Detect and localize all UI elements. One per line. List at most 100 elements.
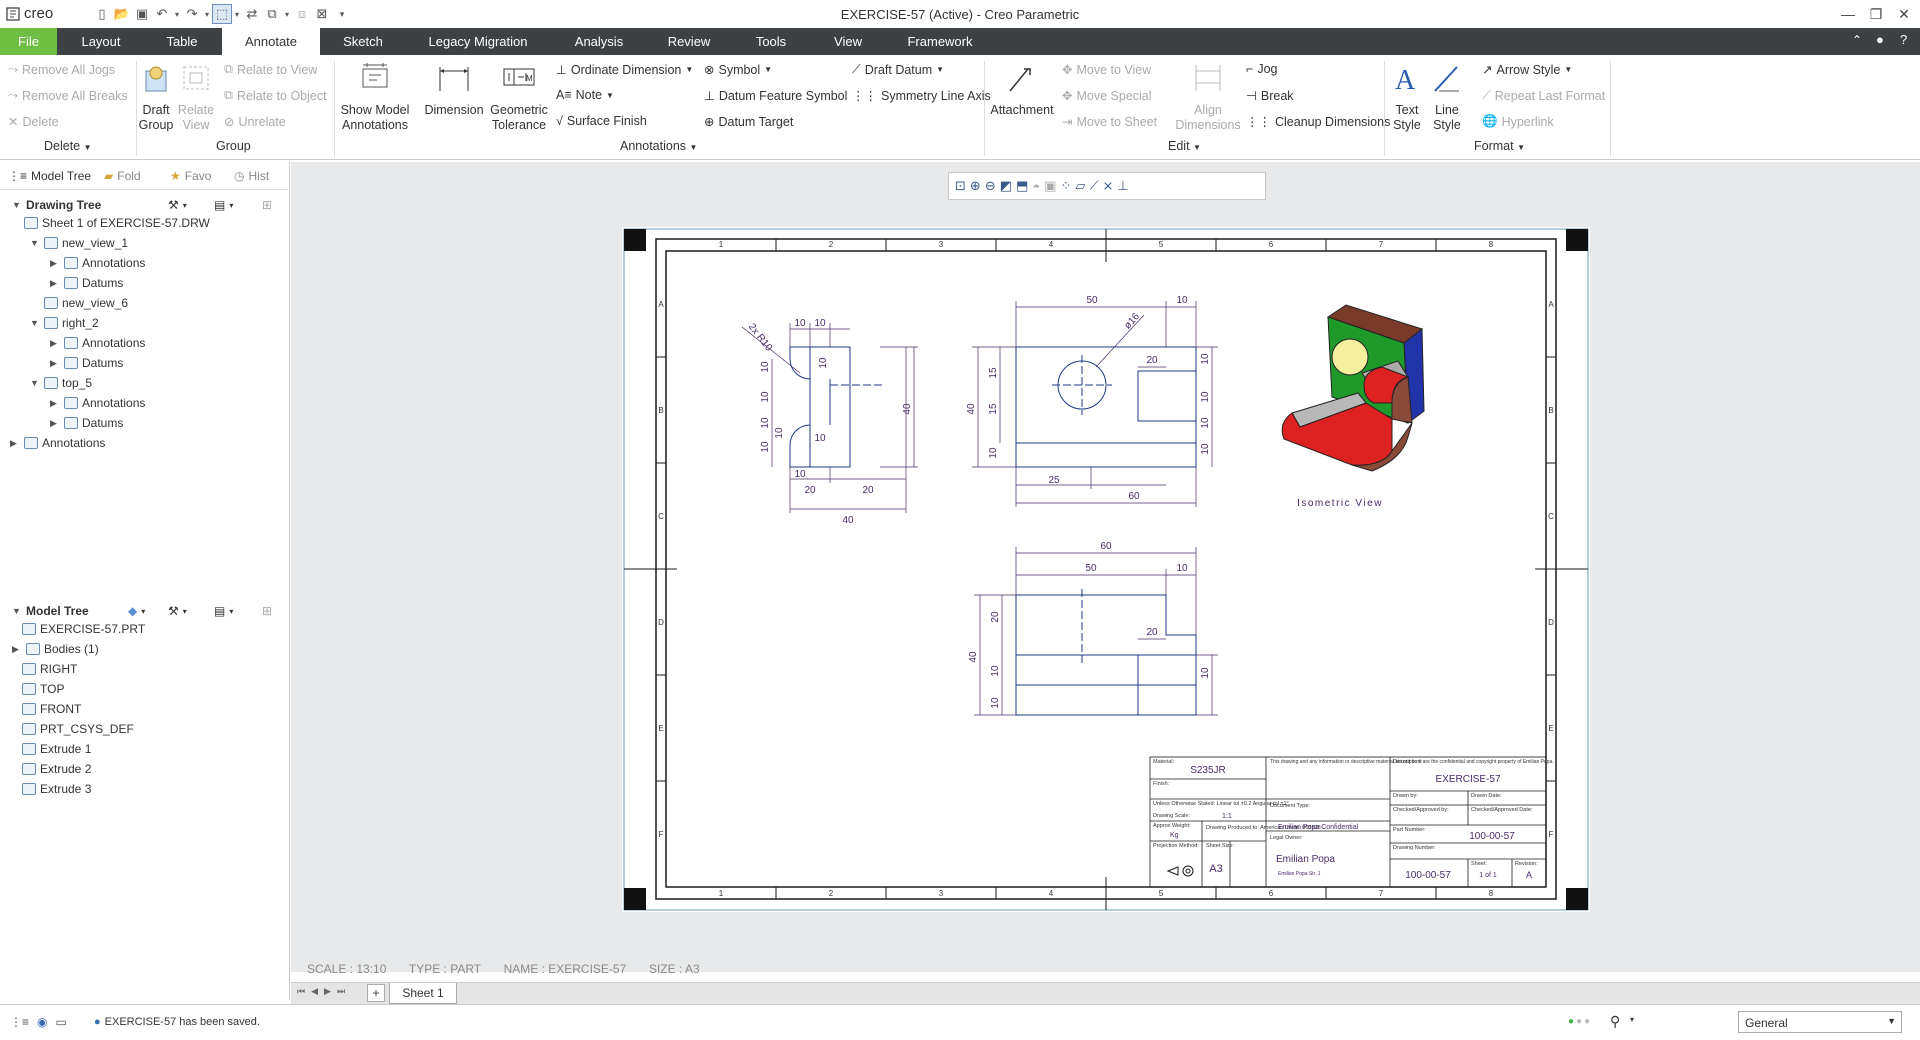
close-icon[interactable]: ✕ bbox=[1890, 2, 1918, 26]
tab-file[interactable]: File bbox=[0, 28, 57, 55]
model-tree-item[interactable]: Extrude 3 bbox=[22, 782, 91, 796]
drawing-tree-header[interactable]: ▼ Drawing Tree bbox=[12, 198, 101, 212]
chevron-down-icon[interactable]: ▼ bbox=[30, 318, 40, 328]
minimize-icon[interactable]: — bbox=[1834, 2, 1862, 26]
remove-all-breaks-button[interactable]: ⤳ Remove All Breaks bbox=[8, 88, 128, 103]
model-tree-item[interactable]: Extrude 1 bbox=[22, 742, 91, 756]
drawing-sheet[interactable]: 1 1 2 2 3 3 4 4 5 5 6 6 7 7 8 8 A A B B C C D D E E F F 10 10 10 10… bbox=[622, 227, 1590, 912]
collapse-ribbon-icon[interactable]: ⌃ bbox=[1852, 33, 1862, 47]
view-manager-icon[interactable]: ▣ bbox=[1044, 178, 1056, 194]
drawing-tree-item[interactable]: ▶ Datums bbox=[50, 356, 123, 370]
display-style-icon[interactable]: ◓ bbox=[1032, 179, 1040, 194]
drawing-tree-item[interactable]: ▶ Datums bbox=[50, 416, 123, 430]
show-model-annotations-button[interactable]: Show Model Annotations bbox=[338, 61, 412, 133]
note-button[interactable]: A≡ Note ▼ bbox=[556, 88, 614, 102]
model-tree-item[interactable]: FRONT bbox=[22, 702, 81, 716]
tab-table[interactable]: Table bbox=[146, 28, 218, 55]
tab-analysis[interactable]: Analysis bbox=[558, 28, 640, 55]
selection-filter-select[interactable]: General ▼ bbox=[1738, 1011, 1902, 1033]
model-tree-settings-button[interactable]: ⚒ ▾ bbox=[168, 604, 187, 618]
chevron-right-icon[interactable]: ▶ bbox=[10, 438, 20, 449]
tab-review[interactable]: Review bbox=[654, 28, 724, 55]
move-to-sheet-button[interactable]: ⇥ Move to Sheet bbox=[1062, 114, 1157, 130]
tab-favorites[interactable]: ★ Favo bbox=[170, 169, 211, 183]
csys-display-icon[interactable]: ⊥ bbox=[1117, 178, 1128, 194]
draft-datum-button[interactable]: ⟋ Draft Datum ▼ bbox=[852, 62, 944, 77]
repeat-last-format-button[interactable]: ⟋ Repeat Last Format bbox=[1482, 88, 1605, 103]
relate-view-button[interactable]: Relate View bbox=[176, 61, 216, 133]
browser-toggle-icon[interactable]: ◉ bbox=[37, 1015, 47, 1029]
move-to-view-button[interactable]: ✥ Move to View bbox=[1062, 62, 1151, 78]
relate-to-view-button[interactable]: ⧉ Relate to View bbox=[224, 62, 317, 77]
sheet-tab[interactable]: Sheet 1 bbox=[389, 983, 457, 1004]
chevron-right-icon[interactable]: ▶ bbox=[50, 258, 60, 269]
regen-status-icon[interactable]: ● ● ● bbox=[1568, 1016, 1590, 1027]
add-sheet-button[interactable]: + bbox=[367, 984, 385, 1002]
next-sheet-icon[interactable]: ▶ bbox=[324, 986, 331, 997]
model-tree-item[interactable]: Extrude 2 bbox=[22, 762, 91, 776]
tab-framework[interactable]: Framework bbox=[892, 28, 988, 55]
relate-to-object-button[interactable]: ⧉ Relate to Object bbox=[224, 88, 327, 103]
drawing-tree-filter-button[interactable]: ⊞ bbox=[262, 198, 272, 212]
align-dimensions-button[interactable]: Align Dimensions bbox=[1172, 61, 1244, 133]
find-dropdown-icon[interactable]: ▾ bbox=[1630, 1015, 1634, 1024]
format-group-label[interactable]: Format ▼ bbox=[1474, 139, 1525, 153]
user-icon[interactable]: ● bbox=[1876, 32, 1884, 47]
help-icon[interactable]: ? bbox=[1900, 32, 1907, 47]
plane-display-icon[interactable]: ▱ bbox=[1075, 178, 1085, 194]
tab-annotate[interactable]: Annotate bbox=[222, 28, 320, 55]
model-tree-header[interactable]: ▼ Model Tree bbox=[12, 604, 89, 618]
tab-legacy-migration[interactable]: Legacy Migration bbox=[412, 28, 544, 55]
text-style-button[interactable]: A Text Style bbox=[1388, 61, 1426, 133]
drawing-tree-item[interactable]: ▼ top_5 bbox=[30, 376, 92, 390]
model-tree-item[interactable]: EXERCISE-57.PRT bbox=[22, 622, 145, 636]
model-tree-item[interactable]: RIGHT bbox=[22, 662, 77, 676]
find-icon[interactable]: ⚲ bbox=[1610, 1013, 1620, 1030]
chevron-right-icon[interactable]: ▶ bbox=[50, 338, 60, 349]
drawing-tree-show-button[interactable]: ▤ ▾ bbox=[214, 198, 233, 212]
point-display-icon[interactable]: ⨯ bbox=[1102, 178, 1113, 194]
navigator-toggle-icon[interactable]: ⋮≡ bbox=[10, 1015, 29, 1029]
delete-button[interactable]: ✕ Delete bbox=[8, 114, 59, 130]
zoom-out-icon[interactable]: ⊖ bbox=[985, 178, 996, 194]
jog-button[interactable]: ⌐ Jog bbox=[1246, 62, 1277, 76]
ordinate-dimension-button[interactable]: ⊥ Ordinate Dimension ▼ bbox=[556, 62, 693, 78]
break-button[interactable]: ⊣ Break bbox=[1246, 88, 1294, 104]
symmetry-line-axis-button[interactable]: ⋮⋮ Symmetry Line Axis bbox=[852, 88, 991, 104]
drawing-tree-item[interactable]: Sheet 1 of EXERCISE-57.DRW bbox=[10, 216, 210, 230]
tab-layout[interactable]: Layout bbox=[66, 28, 136, 55]
symbol-button[interactable]: ⊗ Symbol ▼ bbox=[704, 62, 772, 78]
chevron-right-icon[interactable]: ▶ bbox=[50, 358, 60, 369]
drawing-tree-item[interactable]: ▼ new_view_1 bbox=[30, 236, 128, 250]
cleanup-dimensions-button[interactable]: ⋮⋮ Cleanup Dimensions bbox=[1246, 114, 1390, 130]
chevron-right-icon[interactable]: ▶ bbox=[50, 418, 60, 429]
refit-icon[interactable]: ⊡ bbox=[955, 178, 966, 194]
full-screen-icon[interactable]: ▭ bbox=[56, 1015, 67, 1029]
chevron-right-icon[interactable]: ▶ bbox=[12, 644, 22, 655]
drawing-tree-settings-button[interactable]: ⚒ ▾ bbox=[168, 198, 187, 212]
model-tree-item[interactable]: ▶ Bodies (1) bbox=[12, 642, 99, 656]
line-style-button[interactable]: Line Style bbox=[1428, 61, 1466, 133]
unrelate-button[interactable]: ⊘ Unrelate bbox=[224, 114, 286, 130]
tab-history[interactable]: ◷ Hist bbox=[234, 169, 269, 183]
datum-display-filters-icon[interactable]: ⁘ bbox=[1060, 178, 1071, 194]
move-special-button[interactable]: ✥ Move Special bbox=[1062, 88, 1152, 104]
prev-sheet-icon[interactable]: ◀ bbox=[311, 986, 318, 997]
datum-target-button[interactable]: ⊕ Datum Target bbox=[704, 114, 793, 130]
drawing-tree-item[interactable]: ▼ right_2 bbox=[30, 316, 99, 330]
surface-finish-button[interactable]: √ Surface Finish bbox=[556, 114, 647, 128]
drawing-tree-item[interactable]: new_view_6 bbox=[30, 296, 128, 310]
model-tree-display-button[interactable]: ◆ ▾ bbox=[128, 604, 145, 618]
draft-group-button[interactable]: Draft Group bbox=[138, 61, 174, 133]
drawing-tree-item[interactable]: ▶ Annotations bbox=[50, 336, 145, 350]
hyperlink-button[interactable]: 🌐 Hyperlink bbox=[1482, 114, 1554, 129]
repaint-icon[interactable]: ◩ bbox=[1000, 178, 1012, 194]
first-sheet-icon[interactable]: ⏮ bbox=[297, 986, 305, 997]
drawing-tree-item[interactable]: ▶ Annotations bbox=[50, 396, 145, 410]
chevron-right-icon[interactable]: ▶ bbox=[50, 278, 60, 289]
annotations-group-label[interactable]: Annotations ▼ bbox=[620, 139, 697, 153]
last-sheet-icon[interactable]: ⏭ bbox=[337, 986, 345, 997]
delete-group-label[interactable]: Delete ▼ bbox=[44, 139, 92, 153]
drawing-tree-item[interactable]: ▶ Annotations bbox=[50, 256, 145, 270]
saved-orientations-icon[interactable]: ⬒ bbox=[1016, 178, 1028, 194]
